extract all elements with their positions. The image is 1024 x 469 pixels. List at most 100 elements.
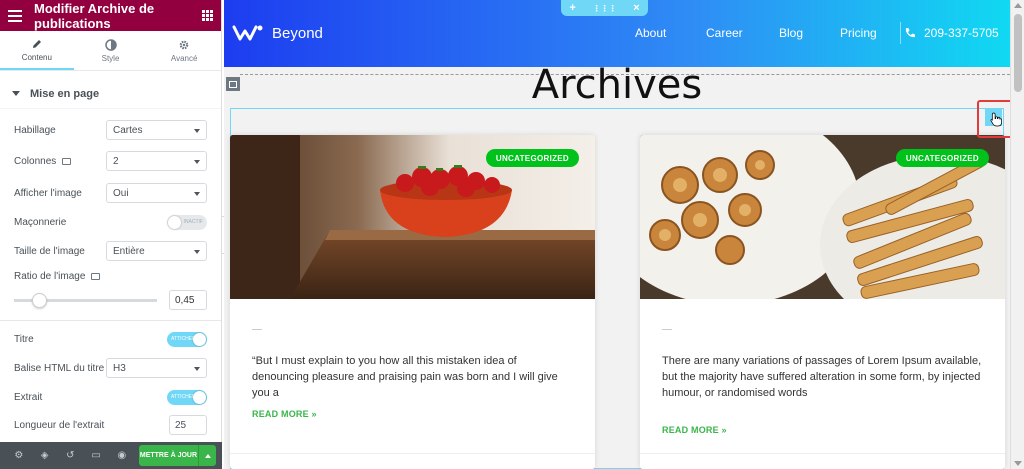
history-icon[interactable]: ↺ (58, 442, 84, 469)
tab-label: Avancé (170, 53, 198, 63)
post-card[interactable]: UNCATEGORIZED “But I must explain to you… (230, 135, 595, 469)
select-value: Entière (113, 245, 145, 257)
caret-up-icon (204, 453, 211, 458)
post-meta-dash (252, 329, 262, 330)
read-more-link[interactable]: READ MORE » (662, 425, 727, 435)
select-value: H3 (113, 362, 126, 374)
colonnes-select[interactable]: 2 (106, 151, 207, 171)
post-meta-dash (662, 329, 672, 330)
afficher-image-select[interactable]: Oui (106, 183, 207, 203)
hand-cursor-icon (990, 112, 1003, 132)
post-excerpt: There are many variations of passages of… (662, 355, 982, 399)
panel-header: Modifier Archive de publications (0, 0, 221, 31)
update-button[interactable]: METTRE À JOUR (138, 445, 199, 466)
titre-toggle[interactable]: ATTICHER (167, 331, 207, 347)
dropdown-arrow-icon (194, 160, 200, 164)
panel-tabs: Contenu Style Avancé (0, 31, 221, 71)
longueur-extrait-input[interactable]: 25 (169, 415, 207, 435)
dropdown-arrow-icon (194, 367, 200, 371)
control-colonnes: Colonnes 2 (14, 151, 207, 171)
section-mise-en-page[interactable]: Mise en page (0, 79, 221, 109)
delete-section-icon[interactable]: × (633, 2, 639, 14)
control-ratio-image: Ratio de l'image (14, 266, 207, 286)
divider (0, 320, 221, 321)
eye-icon[interactable]: ◉ (109, 442, 135, 469)
scroll-down-icon[interactable] (1014, 461, 1022, 466)
tab-style[interactable]: Style (74, 31, 148, 70)
post-footer (230, 453, 595, 454)
toggle-knob (168, 215, 181, 229)
habillage-select[interactable]: Cartes (106, 120, 207, 140)
toggle-state: ATTICHER (171, 336, 196, 342)
editor-panel: Modifier Archive de publications Contenu… (0, 0, 222, 469)
section-label: Mise en page (30, 87, 100, 100)
slider-handle[interactable] (32, 292, 47, 308)
tab-avance[interactable]: Avancé (147, 31, 221, 70)
widgets-grid-icon[interactable] (202, 10, 213, 21)
category-badge[interactable]: UNCATEGORIZED (895, 149, 989, 167)
control-label: Titre (14, 333, 34, 345)
select-value: Cartes (113, 124, 143, 136)
control-label-wrap: Ratio de l'image (14, 271, 101, 282)
scroll-up-icon[interactable] (1014, 3, 1022, 8)
tab-contenu[interactable]: Contenu (0, 31, 74, 70)
ratio-input[interactable]: 0,45 (169, 290, 207, 310)
control-label: Taille de l'image (14, 245, 85, 257)
caret-down-icon (12, 91, 20, 96)
category-badge[interactable]: UNCATEGORIZED (485, 149, 579, 167)
control-habillage: Habillage Cartes (14, 120, 207, 140)
control-label: Maçonnerie (14, 216, 67, 228)
nav-pricing[interactable]: Pricing (840, 26, 877, 40)
add-section-icon[interactable]: + (569, 2, 575, 14)
pencil-icon (32, 39, 41, 48)
monitor-icon[interactable] (91, 272, 101, 280)
phone-link[interactable]: 209-337-5705 (904, 26, 999, 40)
control-label: Extrait (14, 391, 43, 403)
responsive-icon[interactable]: ▭ (83, 442, 109, 469)
read-more-link[interactable]: READ MORE » (252, 409, 317, 419)
control-label: Afficher l'image (14, 187, 82, 199)
ratio-slider[interactable] (14, 292, 157, 308)
post-excerpt: “But I must explain to you how all this … (252, 355, 558, 399)
control-label: Colonnes (14, 155, 57, 167)
scrollbar-thumb[interactable] (1014, 14, 1022, 92)
dropdown-arrow-icon (194, 129, 200, 133)
tab-label: Style (101, 53, 120, 63)
post-footer (640, 453, 1005, 454)
gear-icon (179, 40, 189, 49)
site-logo[interactable]: Beyond (232, 24, 323, 42)
toggle-knob (193, 332, 206, 346)
gear-icon[interactable]: ⚙ (6, 442, 32, 469)
layers-icon[interactable]: ◈ (32, 442, 58, 469)
panel-footer: ⚙ ◈ ↺ ▭ ◉ METTRE À JOUR (0, 442, 222, 469)
extrait-toggle[interactable]: ATTICHER (167, 389, 207, 405)
nav-blog[interactable]: Blog (779, 26, 803, 40)
balise-titre-select[interactable]: H3 (106, 358, 207, 378)
post-image-strawberries[interactable]: UNCATEGORIZED (230, 135, 595, 299)
nav-separator (900, 22, 901, 44)
select-value: Oui (113, 187, 129, 199)
control-label: Balise HTML du titre (14, 362, 105, 374)
ratio-slider-row: 0,45 (14, 290, 207, 310)
toggle-state: INACTIF (183, 219, 203, 225)
dropdown-arrow-icon (194, 250, 200, 254)
post-card[interactable]: UNCATEGORIZED There are many variations … (640, 135, 1005, 469)
nav-about[interactable]: About (635, 26, 666, 40)
control-maconnerie: Maçonnerie INACTIF (14, 212, 207, 232)
maconnerie-toggle[interactable]: INACTIF (167, 214, 207, 230)
control-extrait: Extrait ATTICHER (14, 387, 207, 407)
nav-career[interactable]: Career (706, 26, 743, 40)
logo-text: Beyond (272, 24, 323, 42)
post-image-pastries[interactable]: UNCATEGORIZED (640, 135, 1005, 299)
page-scrollbar[interactable] (1010, 0, 1024, 469)
page-preview: Beyond About Career Blog Pricing 209-337… (224, 0, 1010, 469)
update-options-button[interactable] (198, 445, 216, 466)
drag-section-icon[interactable]: ⋮⋮⋮ (592, 4, 616, 13)
tab-label: Contenu (21, 52, 52, 62)
monitor-icon[interactable] (62, 157, 72, 165)
taille-image-select[interactable]: Entière (106, 241, 207, 261)
select-value: 2 (113, 155, 119, 167)
control-label: Longueur de l'extrait (14, 419, 105, 431)
control-label: Habillage (14, 124, 56, 136)
menu-icon[interactable] (8, 9, 22, 22)
